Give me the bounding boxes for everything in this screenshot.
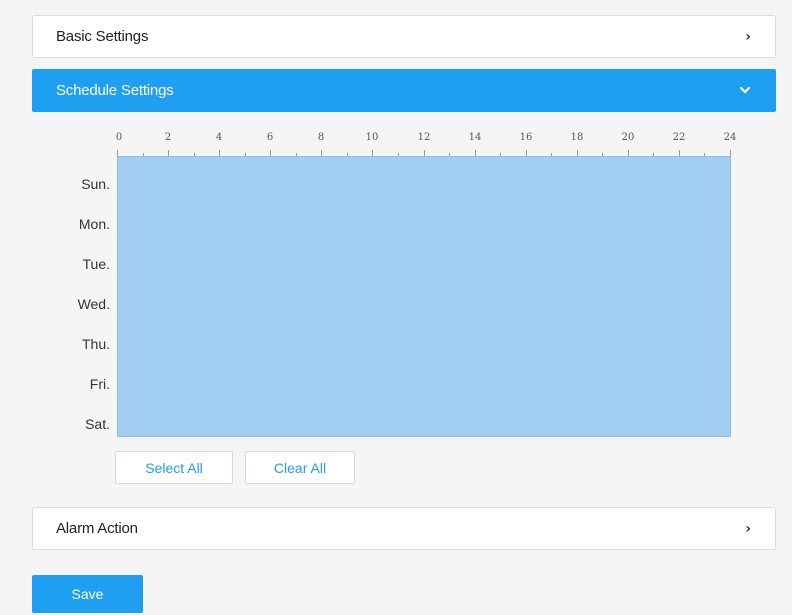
- basic-settings-header[interactable]: Basic Settings ›: [32, 15, 776, 58]
- hour-label: 6: [266, 132, 274, 143]
- hour-label: 10: [365, 132, 379, 143]
- chevron-right-icon: ›: [745, 28, 751, 45]
- day-row[interactable]: [118, 237, 730, 275]
- hour-label: 0: [115, 132, 123, 143]
- day-label: Sat.: [85, 416, 110, 432]
- hour-label: 12: [417, 132, 431, 143]
- alarm-action-title: Alarm Action: [56, 520, 138, 537]
- day-label: Wed.: [77, 296, 110, 312]
- hour-label: 2: [164, 132, 172, 143]
- day-row[interactable]: [118, 357, 730, 395]
- chevron-right-icon: ›: [745, 520, 751, 537]
- hour-label: 24: [723, 132, 737, 143]
- day-label: Fri.: [89, 376, 110, 392]
- schedule-settings-title: Schedule Settings: [56, 82, 174, 99]
- day-row[interactable]: [118, 277, 730, 315]
- day-row[interactable]: [118, 157, 730, 195]
- day-label: Sun.: [81, 176, 110, 192]
- save-button[interactable]: Save: [32, 575, 143, 613]
- clear-all-button[interactable]: Clear All: [245, 451, 355, 484]
- hour-label: 16: [519, 132, 533, 143]
- select-all-button[interactable]: Select All: [115, 451, 233, 484]
- hour-label: 22: [672, 132, 686, 143]
- schedule-grid[interactable]: [117, 156, 731, 437]
- hour-label: 14: [468, 132, 482, 143]
- hour-ruler: 0 2 4 6 8 10 12 14 16 18 20 22 24: [115, 132, 736, 156]
- hour-label: 18: [570, 132, 584, 143]
- day-row[interactable]: [118, 317, 730, 355]
- schedule-settings-header[interactable]: Schedule Settings: [32, 69, 776, 112]
- hour-label: 4: [215, 132, 223, 143]
- day-label: Tue.: [82, 256, 111, 272]
- chevron-down-icon: [739, 84, 751, 97]
- alarm-action-header[interactable]: Alarm Action ›: [32, 507, 776, 550]
- chevron-down-icon-graphic: [739, 86, 751, 94]
- day-label: Thu.: [81, 336, 110, 352]
- day-label: Mon.: [78, 216, 110, 232]
- day-row[interactable]: [118, 197, 730, 235]
- day-row[interactable]: [118, 397, 730, 435]
- basic-settings-title: Basic Settings: [56, 28, 149, 45]
- hour-label: 20: [621, 132, 635, 143]
- hour-label: 8: [317, 132, 325, 143]
